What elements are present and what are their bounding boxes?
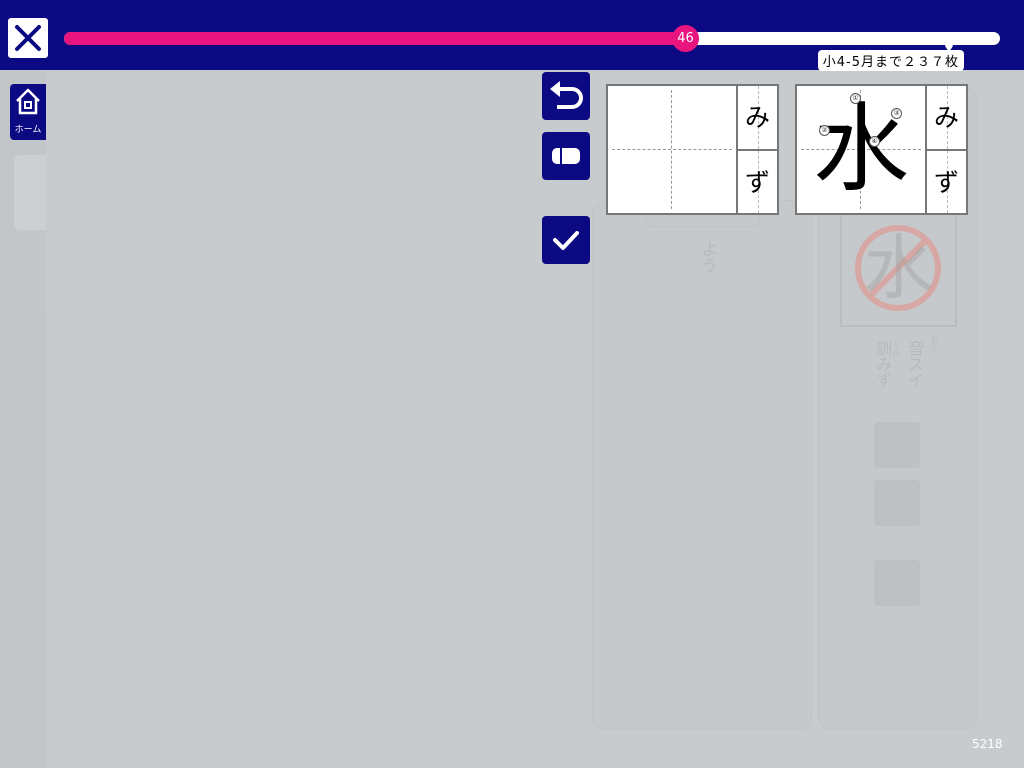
ghost-kun-label: 訓	[873, 340, 892, 356]
eraser-button[interactable]	[542, 132, 590, 180]
top-bar: 46 小4-5月まで２３７枚	[0, 0, 1024, 71]
page-number: 5218	[972, 737, 1003, 751]
ghost-kun-reading: みず	[873, 356, 892, 388]
ghost-ruby-on: おん	[930, 336, 939, 352]
close-x-icon	[15, 25, 41, 51]
ghost-on-reading: スイ	[905, 356, 924, 388]
home-label: ホーム	[14, 125, 42, 135]
ghost-text-left: よう	[697, 240, 717, 274]
ghost-check-button	[874, 560, 920, 606]
stroke-number-1: ①	[850, 93, 861, 104]
check-button[interactable]	[542, 216, 590, 264]
model-square: 水 ① ② ③ ④	[797, 86, 927, 213]
reading-kana-2: ず	[744, 168, 770, 197]
left-ghost-card-lower	[14, 232, 46, 312]
progress-bar: 46	[64, 25, 1000, 52]
progress-fill	[64, 32, 685, 45]
left-ghost-card	[14, 155, 46, 230]
undo-arrow-icon	[550, 81, 583, 109]
writing-square[interactable]	[608, 86, 738, 213]
stroke-number-3: ③	[891, 108, 902, 119]
ghost-kanji-box: 水	[840, 210, 957, 327]
home-button[interactable]: ホーム	[10, 84, 46, 140]
ghost-reading-on: 音スイ	[902, 340, 926, 388]
ghost-panel-left	[592, 200, 812, 730]
undo-button[interactable]	[542, 72, 590, 120]
ghost-ruby-kun: くん	[892, 340, 901, 356]
ghost-strip	[646, 214, 760, 227]
model-reading-kana-1: み	[927, 86, 966, 151]
checkmark-icon	[553, 231, 579, 250]
goal-label: 小4-5月まで２３７枚	[817, 50, 964, 71]
stroke-number-4: ④	[869, 136, 880, 147]
house-icon	[16, 88, 40, 115]
stroke-number-2: ②	[819, 125, 830, 136]
model-reading-kana-2: ず	[933, 168, 959, 197]
reading-kana-1: み	[738, 86, 777, 151]
model-kanji: 水	[813, 93, 909, 205]
close-button[interactable]	[8, 18, 48, 58]
progress-knob: 46	[672, 25, 699, 52]
ghost-undo-button	[874, 422, 920, 468]
practice-card: み ず	[606, 84, 779, 215]
eraser-icon	[552, 148, 580, 164]
ghost-kanji: 水	[863, 227, 934, 309]
model-card: 水 ① ② ③ ④ み ず	[795, 84, 968, 215]
ghost-eraser-button	[874, 480, 920, 526]
ghost-on-label: 音	[905, 340, 924, 356]
